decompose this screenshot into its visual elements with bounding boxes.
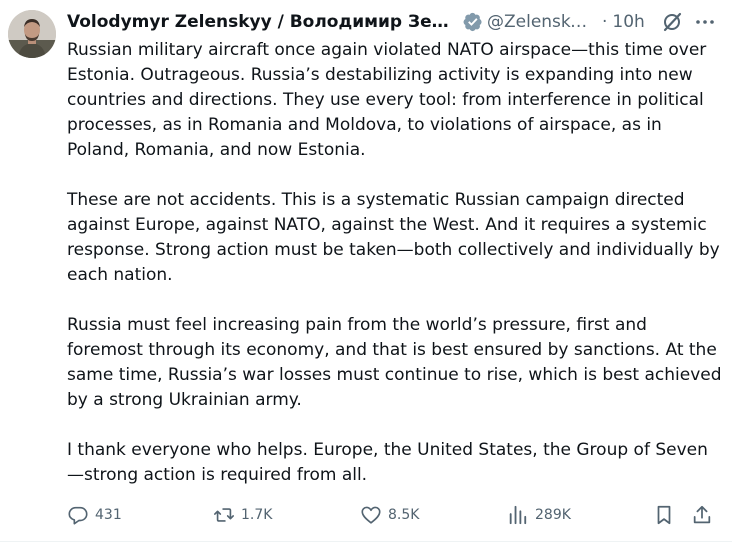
share-icon [691, 504, 713, 526]
tweet[interactable]: Volodymyr Zelenskyy / Володимир Зеленськ… [0, 0, 732, 543]
repost-button[interactable]: 1.7K [213, 500, 272, 530]
like-count: 8.5K [388, 507, 420, 523]
views-button[interactable]: 289K [507, 500, 571, 530]
reply-count: 431 [95, 507, 122, 523]
share-button[interactable] [691, 500, 713, 530]
tweet-paragraph: Russia must feel increasing pain from th… [67, 315, 722, 410]
avatar-photo-icon [8, 10, 56, 58]
reply-button[interactable]: 431 [67, 500, 122, 530]
tweet-header: Volodymyr Zelenskyy / Володимир Зеленськ… [67, 10, 727, 34]
grok-icon[interactable] [661, 11, 683, 33]
reply-icon [67, 504, 89, 526]
avatar[interactable] [8, 10, 56, 58]
tweet-divider [0, 541, 732, 542]
tweet-paragraph: Russian military aircraft once again vio… [67, 40, 707, 160]
heart-icon [360, 504, 382, 526]
tweet-paragraph: These are not accidents. This is a syste… [67, 190, 720, 285]
author-name[interactable]: Volodymyr Zelenskyy / Володимир Зеленськ… [67, 12, 459, 32]
bookmark-button[interactable] [653, 500, 675, 530]
tweet-text: Russian military aircraft once again vio… [67, 38, 722, 488]
repost-icon [213, 504, 235, 526]
meta-separator: · [602, 12, 608, 32]
tweet-actions: 431 1.7K 8.5K 289K [0, 500, 732, 530]
analytics-icon [507, 504, 529, 526]
tweet-paragraph: I thank everyone who helps. Europe, the … [67, 440, 708, 485]
repost-count: 1.7K [241, 507, 273, 523]
more-options-icon[interactable] [694, 11, 716, 33]
like-button[interactable]: 8.5K [360, 500, 419, 530]
author-handle[interactable]: @ZelenskyyUa [487, 12, 597, 32]
verified-badge-icon[interactable] [463, 12, 483, 32]
bookmark-icon [653, 504, 675, 526]
post-time[interactable]: 10h [612, 12, 644, 32]
views-count: 289K [535, 507, 571, 523]
